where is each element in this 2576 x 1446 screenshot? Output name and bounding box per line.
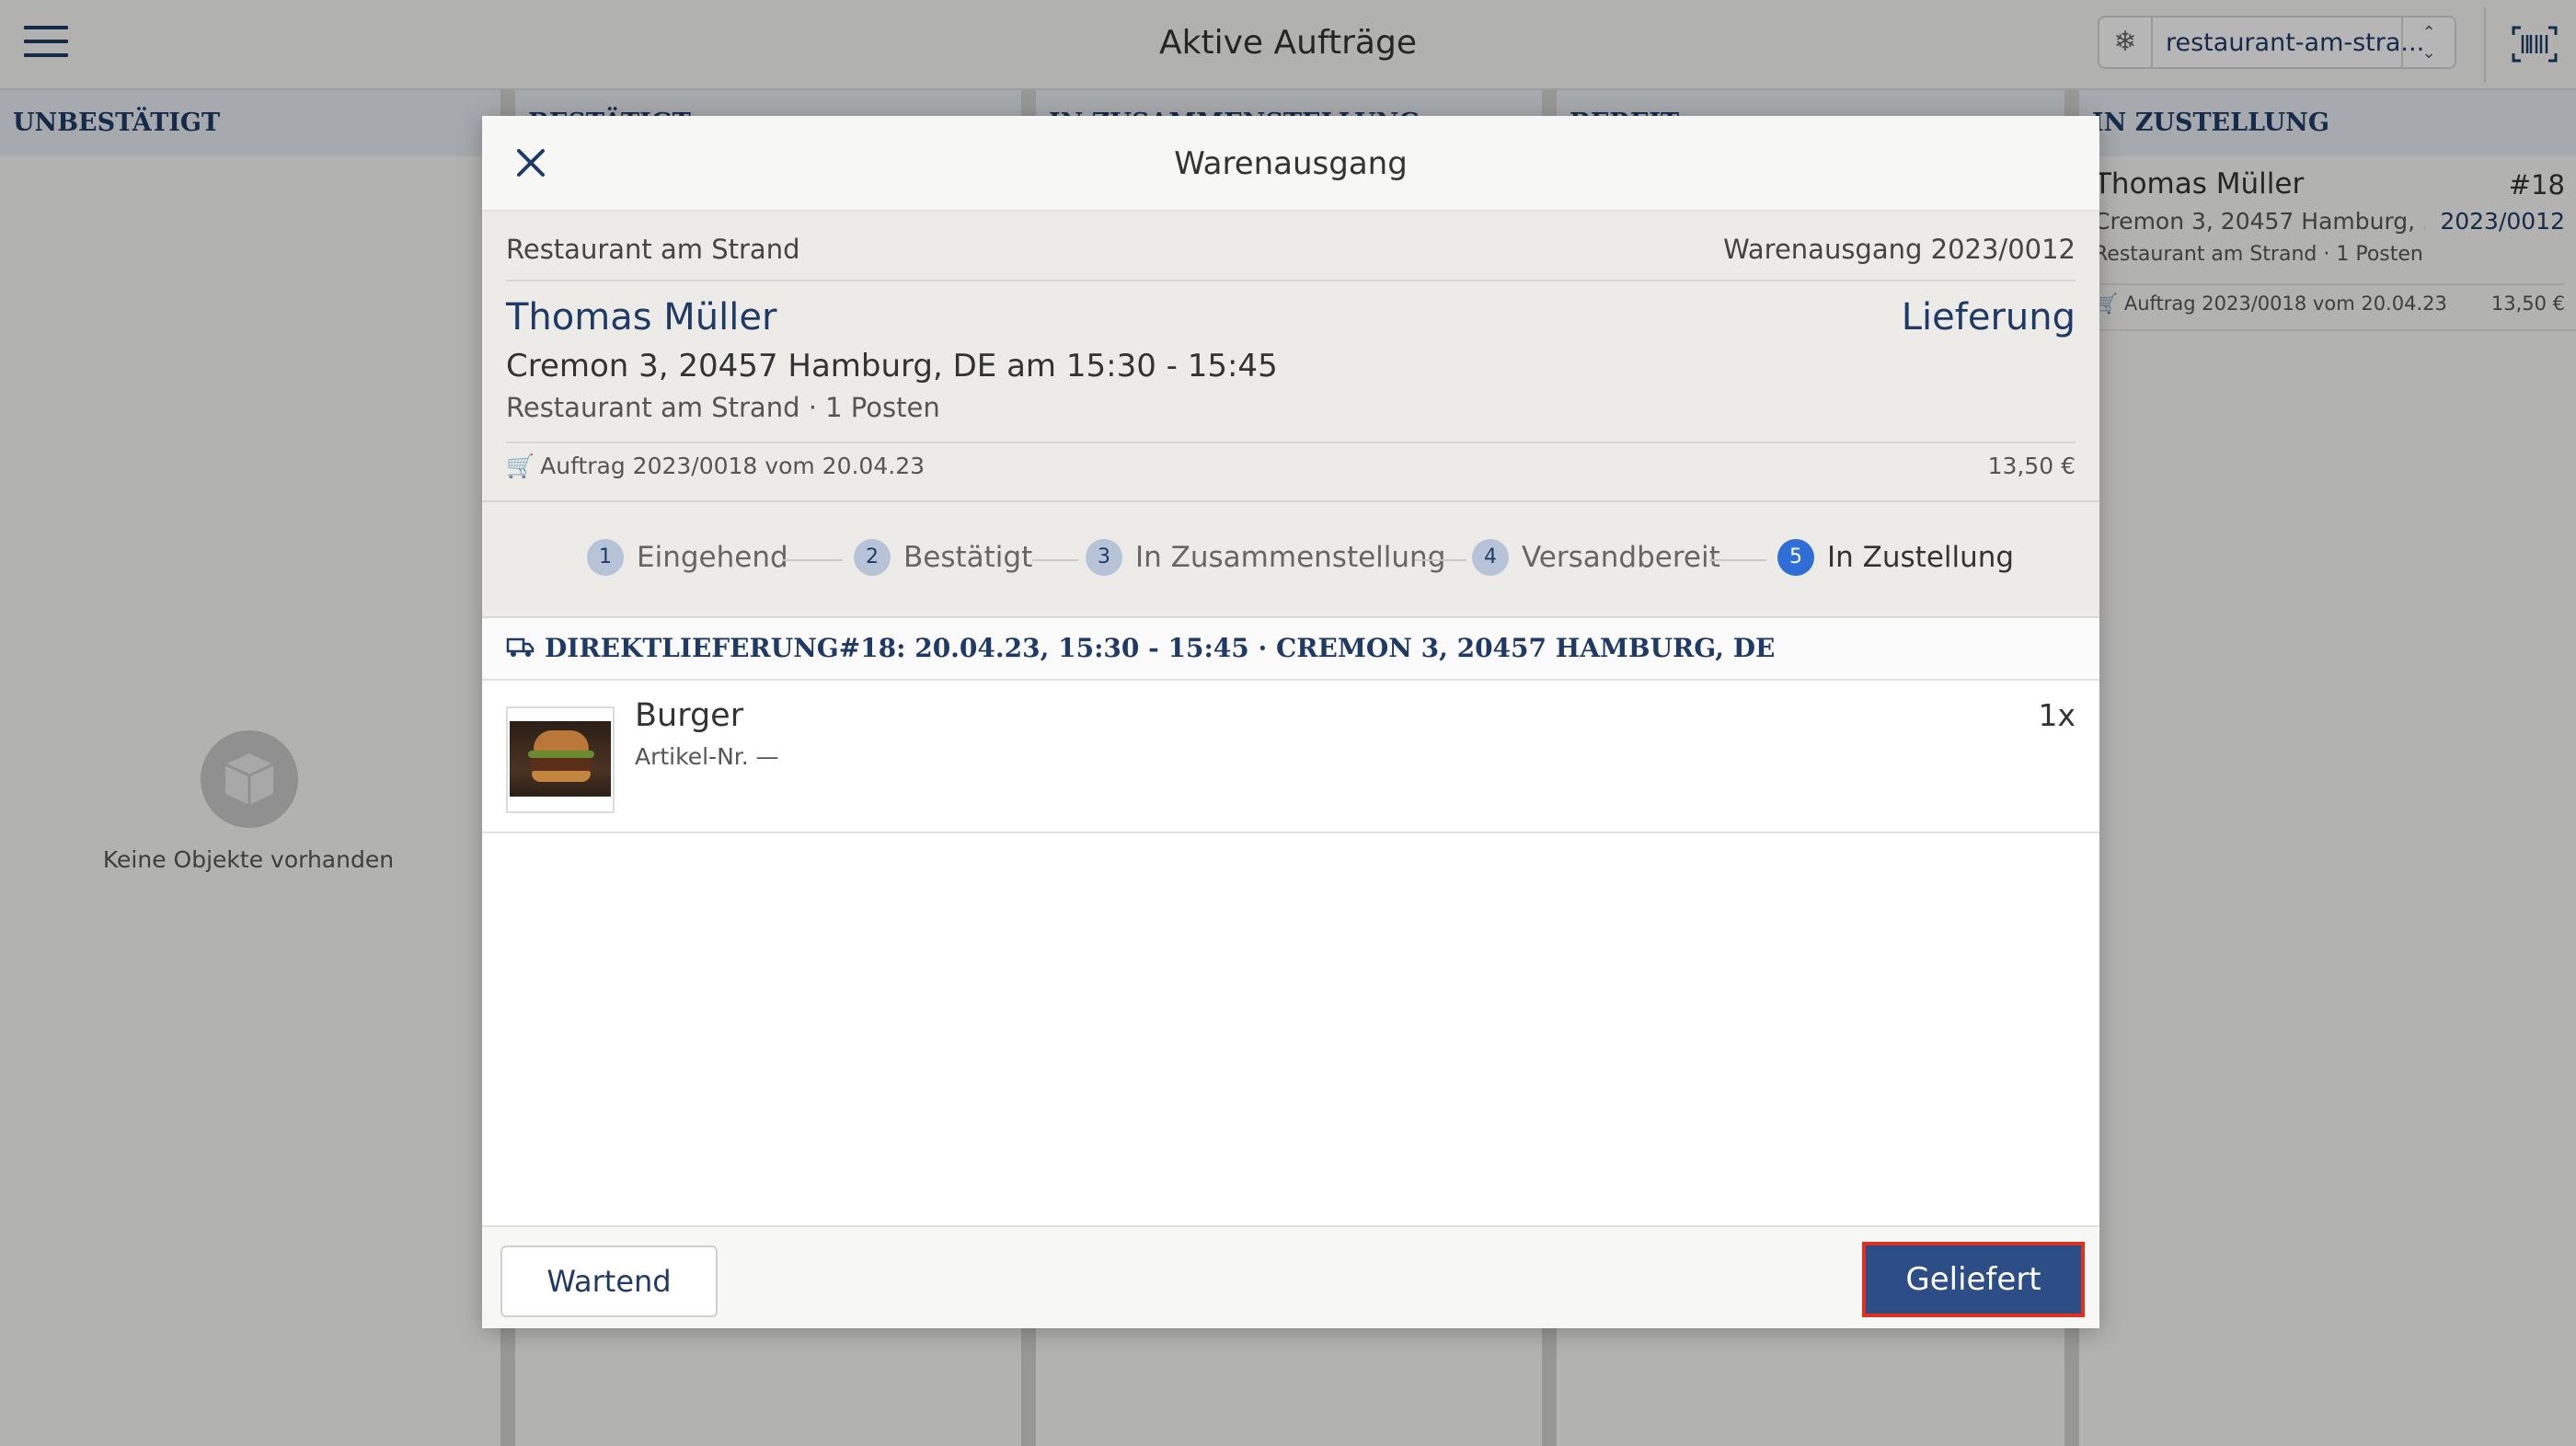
dialog-header: Warenausgang bbox=[482, 116, 2099, 212]
goods-issue-reference: Warenausgang 2023/0012 bbox=[1723, 234, 2076, 265]
goods-issue-dialog: Warenausgang Restaurant am Strand Warena… bbox=[482, 116, 2099, 1328]
order-reference: 🛒 Auftrag 2023/0018 vom 20.04.23 bbox=[506, 453, 925, 480]
step-in-delivery[interactable]: 5 In Zustellung bbox=[1777, 539, 2014, 580]
step-connector bbox=[1709, 559, 1766, 561]
item-quantity: 1x bbox=[2038, 697, 2076, 733]
step-number: 3 bbox=[1086, 539, 1122, 576]
shipment-header: DIREKTLIEFERUNG#18: 20.04.23, 15:30 - 15… bbox=[482, 618, 2099, 681]
dialog-title: Warenausgang bbox=[1174, 145, 1408, 182]
item-name: Burger bbox=[635, 697, 744, 734]
step-number: 2 bbox=[854, 539, 891, 576]
step-incoming[interactable]: 1 Eingehend bbox=[587, 539, 788, 580]
list-item[interactable]: Burger Artikel-Nr. — 1x bbox=[482, 681, 2099, 833]
divider bbox=[506, 280, 2076, 281]
burger-image bbox=[510, 721, 611, 797]
step-number: 1 bbox=[587, 539, 624, 576]
step-confirmed[interactable]: 2 Bestätigt bbox=[854, 539, 1032, 580]
delivered-button[interactable]: Geliefert bbox=[1862, 1242, 2085, 1317]
truck-icon bbox=[506, 637, 535, 662]
order-price: 13,50 € bbox=[1987, 453, 2076, 479]
waiting-button[interactable]: Wartend bbox=[500, 1245, 718, 1317]
step-connector bbox=[1415, 559, 1466, 561]
status-stepper: 1 Eingehend 2 Bestätigt 3 In Zusammenstellu… bbox=[482, 502, 2099, 616]
step-label: Eingehend bbox=[637, 541, 788, 574]
shipment-label: DIREKTLIEFERUNG#18: 20.04.23, 15:30 - 15… bbox=[545, 633, 1776, 663]
step-ready-to-ship[interactable]: 4 Versandbereit bbox=[1472, 539, 1720, 580]
step-connector bbox=[1032, 559, 1078, 561]
delivery-type: Lieferung bbox=[1901, 296, 2076, 339]
order-meta: Restaurant am Strand · 1 Posten bbox=[506, 392, 940, 423]
step-connector bbox=[782, 559, 843, 561]
step-label: In Zustellung bbox=[1827, 541, 2015, 574]
customer-name: Thomas Müller bbox=[506, 296, 777, 339]
step-number: 4 bbox=[1472, 539, 1509, 576]
order-reference-text: Auftrag 2023/0018 vom 20.04.23 bbox=[540, 453, 925, 479]
step-label: In Zusammenstellung bbox=[1135, 541, 1446, 574]
delivery-address-time: Cremon 3, 20457 Hamburg, DE am 15:30 - 1… bbox=[506, 348, 1278, 384]
divider bbox=[506, 442, 2076, 443]
product-thumbnail bbox=[506, 706, 615, 813]
dialog-footer: Wartend Geliefert bbox=[482, 1225, 2099, 1328]
step-assembly[interactable]: 3 In Zusammenstellung bbox=[1086, 539, 1445, 580]
cart-icon: 🛒 bbox=[506, 453, 535, 479]
step-label: Bestätigt bbox=[903, 541, 1033, 574]
item-sku: Artikel-Nr. — bbox=[635, 743, 779, 770]
step-label: Versandbereit bbox=[1522, 541, 1720, 574]
step-number: 5 bbox=[1777, 539, 1814, 576]
store-name: Restaurant am Strand bbox=[506, 234, 800, 265]
order-summary: Restaurant am Strand Warenausgang 2023/0… bbox=[482, 212, 2099, 616]
